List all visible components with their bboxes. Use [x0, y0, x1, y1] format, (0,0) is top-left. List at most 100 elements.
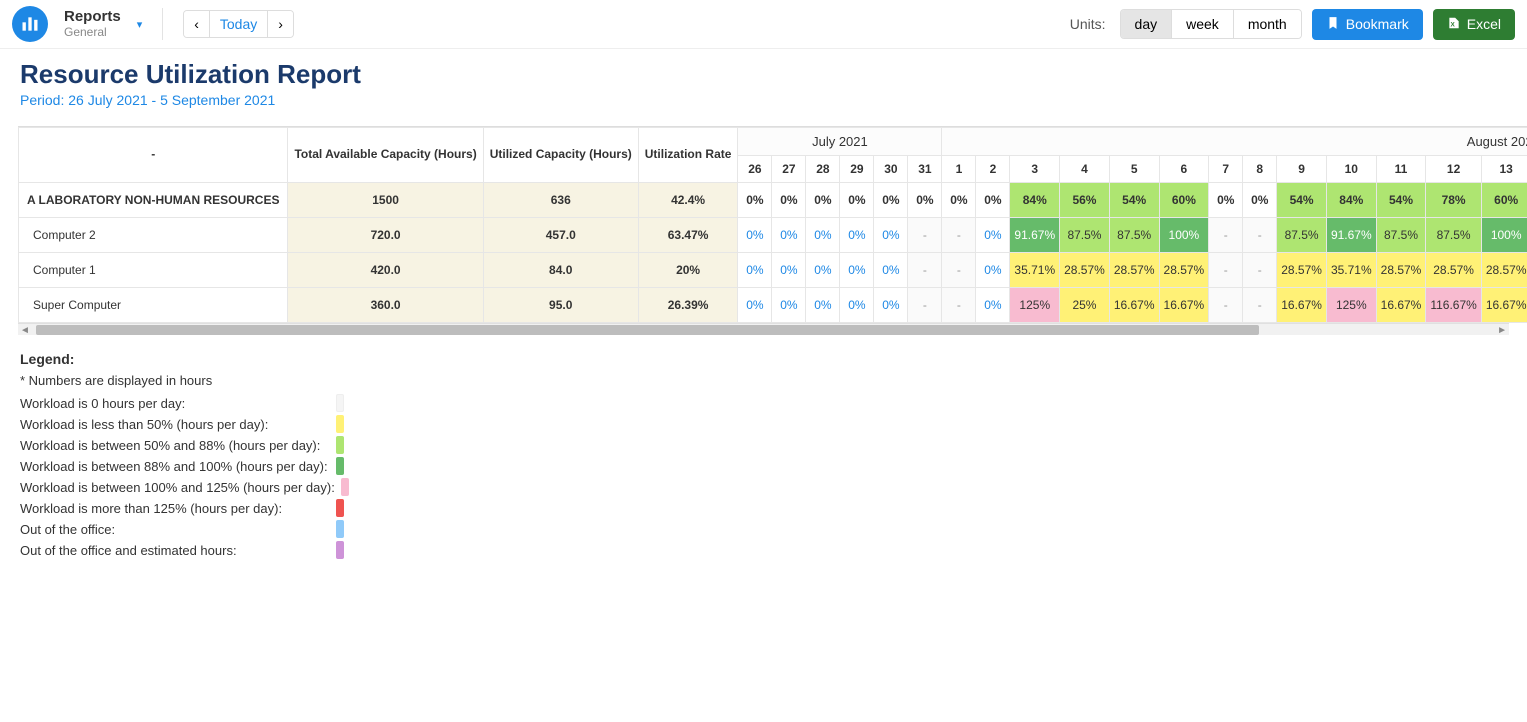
day-header: 27 — [772, 156, 806, 183]
data-cell: 25% — [1060, 288, 1110, 323]
data-cell: 0% — [976, 218, 1010, 253]
data-cell: 87.5% — [1060, 218, 1110, 253]
report-table-wrap[interactable]: -Total Available Capacity (Hours)Utilize… — [18, 126, 1527, 323]
row-name: A LABORATORY NON-HUMAN RESOURCES — [19, 183, 288, 218]
unit-week-button[interactable]: week — [1172, 10, 1234, 38]
legend-row: Workload is 0 hours per day: — [20, 394, 1507, 412]
legend-swatch — [336, 499, 344, 517]
legend-title: Legend: — [20, 351, 1507, 367]
scroll-thumb[interactable] — [36, 325, 1259, 335]
data-cell: 0% — [806, 253, 840, 288]
row-utilized: 95.0 — [483, 288, 638, 323]
day-header: 29 — [840, 156, 874, 183]
data-cell: 35.71% — [1326, 253, 1376, 288]
day-header: 30 — [874, 156, 908, 183]
table-row: A LABORATORY NON-HUMAN RESOURCES15006364… — [19, 183, 1527, 218]
data-cell: 91.67% — [1010, 218, 1060, 253]
data-cell: - — [942, 288, 976, 323]
data-cell: 100% — [1159, 218, 1209, 253]
row-utilized: 84.0 — [483, 253, 638, 288]
unit-day-button[interactable]: day — [1121, 10, 1173, 38]
data-cell: 0% — [874, 183, 908, 218]
data-cell: 0% — [976, 253, 1010, 288]
row-rate: 63.47% — [638, 218, 738, 253]
app-logo-icon — [12, 6, 48, 42]
legend-row: Workload is between 50% and 88% (hours p… — [20, 436, 1507, 454]
next-date-button[interactable]: › — [268, 11, 293, 37]
day-header: 12 — [1426, 156, 1481, 183]
horizontal-scrollbar[interactable]: ◄ ► — [18, 323, 1509, 335]
data-cell: 0% — [874, 253, 908, 288]
nav-reports-dropdown[interactable]: Reports General — [64, 9, 121, 39]
data-cell: 60% — [1481, 183, 1527, 218]
day-header: 1 — [942, 156, 976, 183]
data-cell: - — [908, 288, 942, 323]
data-cell: 0% — [942, 183, 976, 218]
data-cell: - — [1243, 253, 1277, 288]
row-total: 420.0 — [288, 253, 483, 288]
day-header: 3 — [1010, 156, 1060, 183]
data-cell: 116.67% — [1426, 288, 1481, 323]
table-row: Computer 1420.084.020%0%0%0%0%0%--0%35.7… — [19, 253, 1527, 288]
legend-swatch — [336, 520, 344, 538]
legend-label: Workload is more than 125% (hours per da… — [20, 501, 330, 516]
data-cell: 0% — [806, 288, 840, 323]
col-total-capacity-header: Total Available Capacity (Hours) — [288, 128, 483, 183]
legend-row: Workload is more than 125% (hours per da… — [20, 499, 1507, 517]
data-cell: - — [1243, 288, 1277, 323]
day-header: 26 — [738, 156, 772, 183]
row-name: Super Computer — [19, 288, 288, 323]
data-cell: 16.67% — [1277, 288, 1327, 323]
legend-swatch — [336, 541, 344, 559]
day-header: 2 — [976, 156, 1010, 183]
data-cell: 0% — [976, 288, 1010, 323]
separator — [162, 8, 163, 40]
day-header: 9 — [1277, 156, 1327, 183]
legend-swatch — [341, 478, 349, 496]
title-area: Resource Utilization Report Period: 26 J… — [0, 49, 1527, 126]
excel-label: Excel — [1467, 16, 1501, 32]
nav-title: Reports — [64, 9, 121, 24]
today-button[interactable]: Today — [210, 11, 268, 37]
row-utilized: 636 — [483, 183, 638, 218]
legend-row: Workload is between 100% and 125% (hours… — [20, 478, 1507, 496]
legend-row: Workload is between 88% and 100% (hours … — [20, 457, 1507, 475]
legend-label: Out of the office and estimated hours: — [20, 543, 330, 558]
unit-selector: day week month — [1120, 9, 1302, 39]
data-cell: 87.5% — [1277, 218, 1327, 253]
bookmark-label: Bookmark — [1346, 16, 1409, 32]
data-cell: 28.57% — [1277, 253, 1327, 288]
data-cell: 84% — [1326, 183, 1376, 218]
data-cell: 0% — [738, 183, 772, 218]
chevron-down-icon[interactable]: ▾ — [137, 18, 143, 31]
data-cell: 60% — [1159, 183, 1209, 218]
row-name: Computer 2 — [19, 218, 288, 253]
bookmark-icon — [1326, 16, 1340, 33]
data-cell: 28.57% — [1109, 253, 1159, 288]
legend-row: Out of the office: — [20, 520, 1507, 538]
legend-label: Workload is between 50% and 88% (hours p… — [20, 438, 330, 453]
bookmark-button[interactable]: Bookmark — [1312, 9, 1423, 40]
day-header: 10 — [1326, 156, 1376, 183]
data-cell: - — [1243, 218, 1277, 253]
month-header: August 2021 — [942, 128, 1527, 156]
scroll-right-icon[interactable]: ► — [1497, 325, 1507, 336]
legend-swatch — [336, 457, 344, 475]
data-cell: 91.67% — [1326, 218, 1376, 253]
row-name: Computer 1 — [19, 253, 288, 288]
legend-label: Workload is less than 50% (hours per day… — [20, 417, 330, 432]
data-cell: 0% — [738, 218, 772, 253]
data-cell: 125% — [1326, 288, 1376, 323]
data-cell: 35.71% — [1010, 253, 1060, 288]
legend-swatch — [336, 436, 344, 454]
data-cell: 28.57% — [1159, 253, 1209, 288]
prev-date-button[interactable]: ‹ — [184, 11, 210, 37]
unit-month-button[interactable]: month — [1234, 10, 1301, 38]
scroll-left-icon[interactable]: ◄ — [20, 325, 30, 336]
data-cell: 28.57% — [1060, 253, 1110, 288]
legend-label: Workload is between 100% and 125% (hours… — [20, 480, 335, 495]
legend: Legend: * Numbers are displayed in hours… — [0, 335, 1527, 592]
excel-button[interactable]: X Excel — [1433, 9, 1515, 40]
toolbar: Reports General ▾ ‹ Today › Units: day w… — [0, 0, 1527, 49]
col-name-header: - — [19, 128, 288, 183]
